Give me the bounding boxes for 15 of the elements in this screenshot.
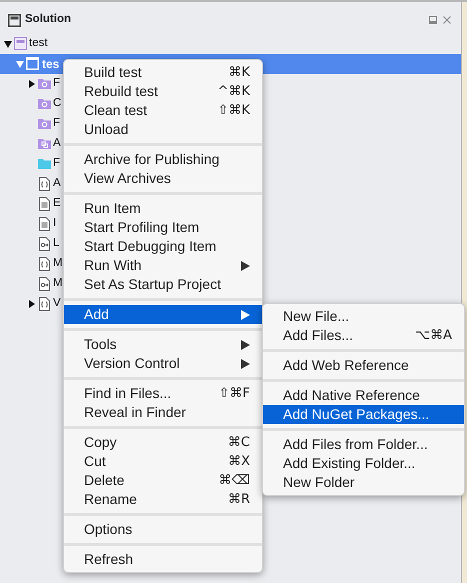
- tree-item-label: F: [53, 76, 60, 92]
- tree-item-label: V: [53, 296, 61, 312]
- tree-item-label: L: [53, 236, 60, 252]
- tree-item-label: F: [53, 116, 60, 132]
- tree-item-label: I: [53, 216, 56, 232]
- tree-item-label: A: [53, 176, 61, 192]
- tree-item-label: tes: [42, 56, 60, 73]
- tree-item-label: E: [53, 196, 61, 212]
- tree-item-label: M: [53, 256, 63, 272]
- tree-item-label: C: [53, 96, 62, 112]
- panel-title: Solution: [25, 12, 71, 28]
- tree-item-label: M: [53, 276, 63, 292]
- tree-item-label: F: [53, 156, 60, 172]
- tree-item-label: test: [29, 36, 48, 52]
- tree-item-label: A: [53, 136, 61, 152]
